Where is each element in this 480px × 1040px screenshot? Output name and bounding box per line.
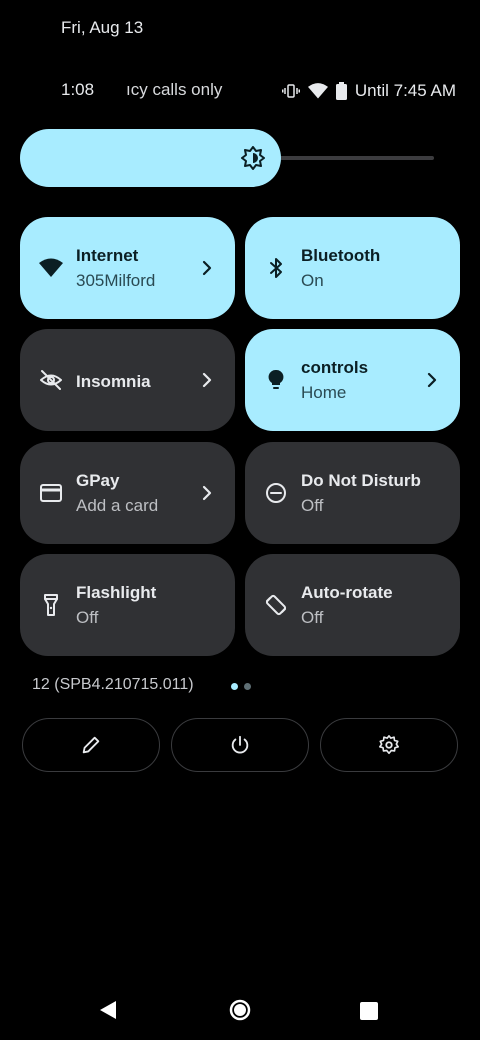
back-icon[interactable]	[98, 999, 118, 1026]
page-indicator	[231, 683, 251, 690]
wifi-status-icon	[307, 82, 328, 100]
status-bar: 1:08 ıcy calls only Until 7:45 AM	[0, 78, 480, 104]
power-icon	[229, 734, 251, 756]
tile-subtitle: On	[301, 271, 324, 290]
build-number: 12 (SPB4.210715.011)	[32, 676, 194, 693]
tile-subtitle: Off	[301, 608, 324, 627]
alarm-text: Until 7:45 AM	[354, 81, 456, 100]
tile-insomnia[interactable]: Insomnia	[20, 329, 235, 431]
status-icons: Until 7:45 AM	[281, 78, 456, 104]
minus-circle-icon	[264, 481, 288, 505]
date-label: Fri, Aug 13	[61, 18, 144, 37]
eye-off-icon	[39, 368, 63, 392]
tile-controls[interactable]: controls Home	[245, 329, 460, 431]
edit-button[interactable]	[22, 718, 160, 772]
wifi-icon	[39, 256, 63, 280]
bluetooth-icon	[264, 256, 288, 280]
brightness-slider[interactable]	[20, 129, 434, 187]
settings-button[interactable]	[320, 718, 458, 772]
tile-subtitle: Off	[301, 496, 324, 515]
chevron-right-icon	[199, 484, 215, 502]
clock: 1:08	[61, 80, 95, 99]
navigation-bar	[0, 985, 480, 1040]
tile-title: Insomnia	[76, 372, 151, 391]
power-button[interactable]	[171, 718, 309, 772]
tile-subtitle: 305Milford	[76, 271, 156, 290]
vibrate-icon	[281, 82, 300, 100]
flashlight-icon	[39, 593, 63, 617]
edit-icon	[80, 734, 102, 756]
tile-subtitle: Add a card	[76, 496, 159, 515]
tile-title: Auto-rotate	[301, 583, 393, 602]
card-icon	[39, 481, 63, 505]
tile-title: Internet	[76, 246, 139, 265]
brightness-icon	[241, 146, 265, 170]
chevron-right-icon	[424, 371, 440, 389]
tile-gpay[interactable]: GPay Add a card	[20, 442, 235, 544]
chevron-right-icon	[199, 371, 215, 389]
tile-autorotate[interactable]: Auto-rotate Off	[245, 554, 460, 656]
settings-icon	[378, 734, 400, 756]
tile-dnd[interactable]: Do Not Disturb Off	[245, 442, 460, 544]
tile-internet[interactable]: Internet 305Milford	[20, 217, 235, 319]
lightbulb-icon	[264, 368, 288, 392]
tile-title: controls	[301, 358, 369, 377]
tile-title: GPay	[76, 471, 120, 490]
tile-subtitle: Home	[301, 383, 347, 402]
tile-title: Flashlight	[76, 583, 157, 602]
tile-subtitle: Off	[76, 608, 99, 627]
page-dot	[244, 683, 251, 690]
page-dot	[231, 683, 238, 690]
home-icon[interactable]	[229, 999, 251, 1026]
chevron-right-icon	[199, 259, 215, 277]
tile-title: Bluetooth	[301, 246, 381, 265]
tile-bluetooth[interactable]: Bluetooth On	[245, 217, 460, 319]
carrier-text: ıcy calls only	[126, 80, 223, 99]
battery-icon	[335, 82, 347, 100]
rotate-icon	[264, 593, 288, 617]
tile-title: Do Not Disturb	[301, 471, 421, 490]
tile-flashlight[interactable]: Flashlight Off	[20, 554, 235, 656]
recents-icon[interactable]	[360, 1002, 378, 1020]
